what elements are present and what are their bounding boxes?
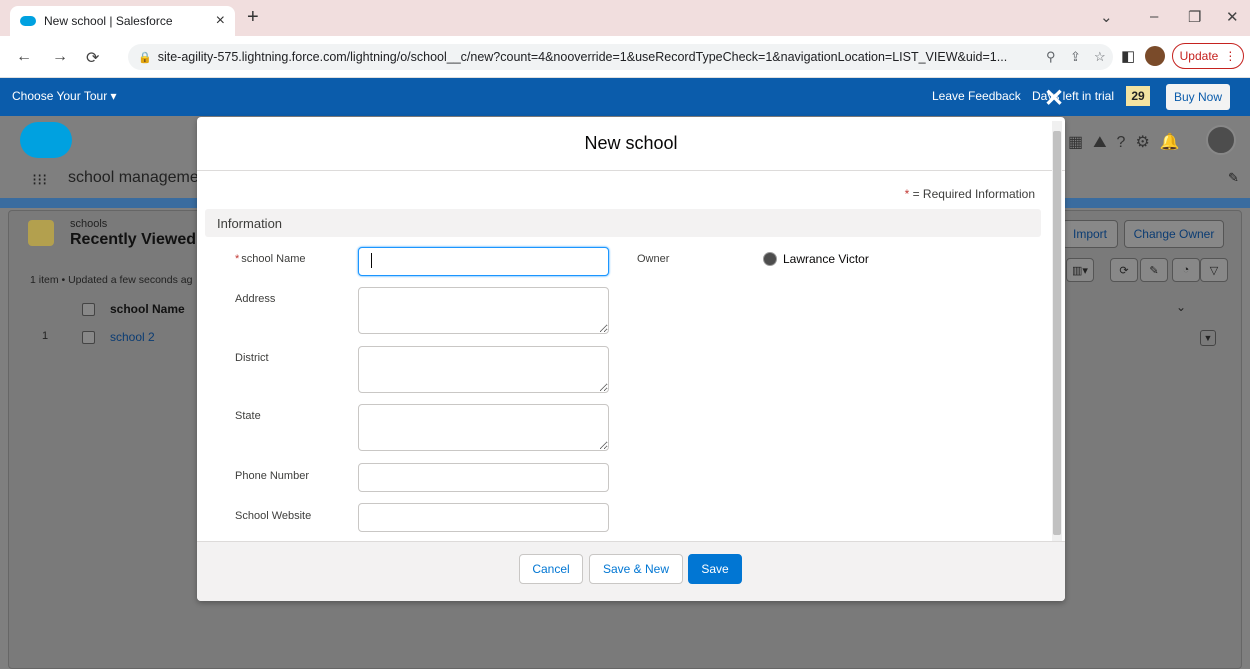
modal-title: New school bbox=[584, 133, 678, 153]
app-name: school manageme bbox=[68, 169, 199, 186]
display-as-icon[interactable]: ▥▾ bbox=[1066, 258, 1094, 282]
restore-icon[interactable]: ❐ bbox=[1188, 8, 1201, 26]
phone-number-input[interactable] bbox=[358, 463, 609, 492]
sidebar-icon[interactable]: ◧ bbox=[1121, 47, 1135, 65]
leave-feedback-link[interactable]: Leave Feedback bbox=[932, 89, 1021, 103]
lock-icon[interactable]: 🔒 bbox=[138, 51, 152, 64]
row-action-menu-icon[interactable]: ▼ bbox=[1200, 330, 1216, 346]
zoom-icon[interactable]: ⚲ bbox=[1046, 49, 1056, 65]
list-object-label: schools bbox=[70, 218, 108, 230]
list-meta: 1 item • Updated a few seconds ag bbox=[30, 274, 193, 286]
required-info: * = Required Information bbox=[905, 187, 1035, 201]
edit-nav-icon[interactable]: ✎ bbox=[1228, 170, 1239, 186]
text-cursor bbox=[371, 253, 372, 268]
close-window-icon[interactable]: ✕ bbox=[1226, 8, 1239, 26]
share-icon[interactable]: ⇪ bbox=[1070, 49, 1081, 65]
save-button[interactable]: Save bbox=[688, 554, 742, 584]
owner-label: Owner bbox=[637, 253, 670, 265]
star-icon[interactable]: ☆ bbox=[1094, 49, 1106, 65]
cancel-button[interactable]: Cancel bbox=[519, 554, 583, 584]
address-textarea[interactable] bbox=[358, 287, 609, 334]
menu-dots-icon: ⋮ bbox=[1224, 49, 1237, 63]
browser-tab[interactable]: New school | Salesforce × bbox=[10, 6, 235, 36]
header-utility-icons[interactable]: ▦⛰?⚙🔔 bbox=[1068, 132, 1190, 152]
address-bar[interactable]: 🔒 site-agility-575.lightning.force.com/l… bbox=[128, 44, 1113, 70]
user-avatar[interactable] bbox=[1206, 125, 1236, 155]
url-text[interactable]: site-agility-575.lightning.force.com/lig… bbox=[158, 50, 1048, 64]
salesforce-logo bbox=[20, 122, 72, 158]
column-header-school-name[interactable]: school Name bbox=[110, 302, 185, 316]
state-textarea[interactable] bbox=[358, 404, 609, 451]
phone-number-label: Phone Number bbox=[235, 470, 309, 482]
school-name-input[interactable] bbox=[358, 247, 609, 276]
address-label: Address bbox=[235, 293, 276, 305]
required-star: * bbox=[235, 253, 240, 265]
chevron-down-icon[interactable]: ⌄ bbox=[1176, 300, 1186, 314]
new-school-modal: New school * = Required Information Info… bbox=[197, 117, 1065, 601]
days-left-count: 29 bbox=[1126, 86, 1150, 106]
school-website-label: School Website bbox=[235, 510, 312, 522]
district-textarea[interactable] bbox=[358, 346, 609, 393]
tab-title: New school | Salesforce bbox=[44, 14, 173, 28]
profile-icon[interactable] bbox=[1145, 46, 1165, 66]
select-all-checkbox[interactable] bbox=[82, 303, 95, 316]
update-label: Update bbox=[1179, 49, 1219, 63]
district-label: District bbox=[235, 352, 269, 364]
section-title: Information bbox=[217, 215, 283, 231]
state-label: State bbox=[235, 410, 261, 422]
minimize-icon[interactable]: – bbox=[1150, 8, 1158, 25]
chart-icon[interactable]: ◔ bbox=[1172, 258, 1200, 282]
salesforce-favicon-icon bbox=[20, 16, 36, 26]
school-name-label: * school Name bbox=[235, 253, 305, 265]
section-information[interactable]: Information bbox=[205, 209, 1041, 237]
app-launcher-icon[interactable]: ⁝⁝⁝ bbox=[32, 170, 47, 190]
edit-list-icon[interactable]: ✎ bbox=[1140, 258, 1168, 282]
owner-name: Lawrance Victor bbox=[783, 252, 869, 266]
browser-tab-strip: New school | Salesforce × + ⌄ – ❐ ✕ bbox=[0, 0, 1250, 36]
owner-avatar-icon bbox=[763, 252, 777, 266]
filter-icon[interactable]: ▽ bbox=[1200, 258, 1228, 282]
tab-search-icon[interactable]: ⌄ bbox=[1100, 8, 1113, 26]
tab-close-icon[interactable]: × bbox=[216, 12, 225, 30]
buy-now-button[interactable]: Buy Now bbox=[1166, 84, 1230, 110]
new-tab-button[interactable]: + bbox=[247, 6, 259, 29]
required-star: * bbox=[904, 187, 910, 201]
save-and-new-button[interactable]: Save & New bbox=[589, 554, 683, 584]
owner-value[interactable]: Lawrance Victor bbox=[763, 252, 869, 266]
list-view-title[interactable]: Recently Viewed bbox=[70, 231, 196, 249]
reload-icon[interactable]: ⟳ bbox=[86, 48, 99, 68]
forward-arrow-icon[interactable]: → bbox=[52, 48, 68, 66]
modal-header: New school bbox=[197, 117, 1065, 171]
change-owner-button[interactable]: Change Owner bbox=[1124, 220, 1224, 248]
row-checkbox[interactable] bbox=[82, 331, 95, 344]
choose-tour-menu[interactable]: Choose Your Tour ▾ bbox=[12, 89, 117, 103]
school-name-label-text: school Name bbox=[241, 253, 306, 265]
import-button[interactable]: Import bbox=[1062, 220, 1118, 248]
row-link-school[interactable]: school 2 bbox=[110, 330, 155, 344]
school-object-icon bbox=[28, 220, 54, 246]
back-arrow-icon[interactable]: ← bbox=[16, 48, 32, 66]
required-info-text: = Required Information bbox=[912, 187, 1035, 201]
modal-scroll-thumb[interactable] bbox=[1053, 131, 1061, 535]
row-number: 1 bbox=[42, 330, 49, 342]
update-button[interactable]: Update ⋮ bbox=[1172, 43, 1244, 69]
refresh-icon[interactable]: ⟳ bbox=[1110, 258, 1138, 282]
school-website-input[interactable] bbox=[358, 503, 609, 532]
close-modal-icon[interactable]: ✕ bbox=[1044, 84, 1064, 113]
